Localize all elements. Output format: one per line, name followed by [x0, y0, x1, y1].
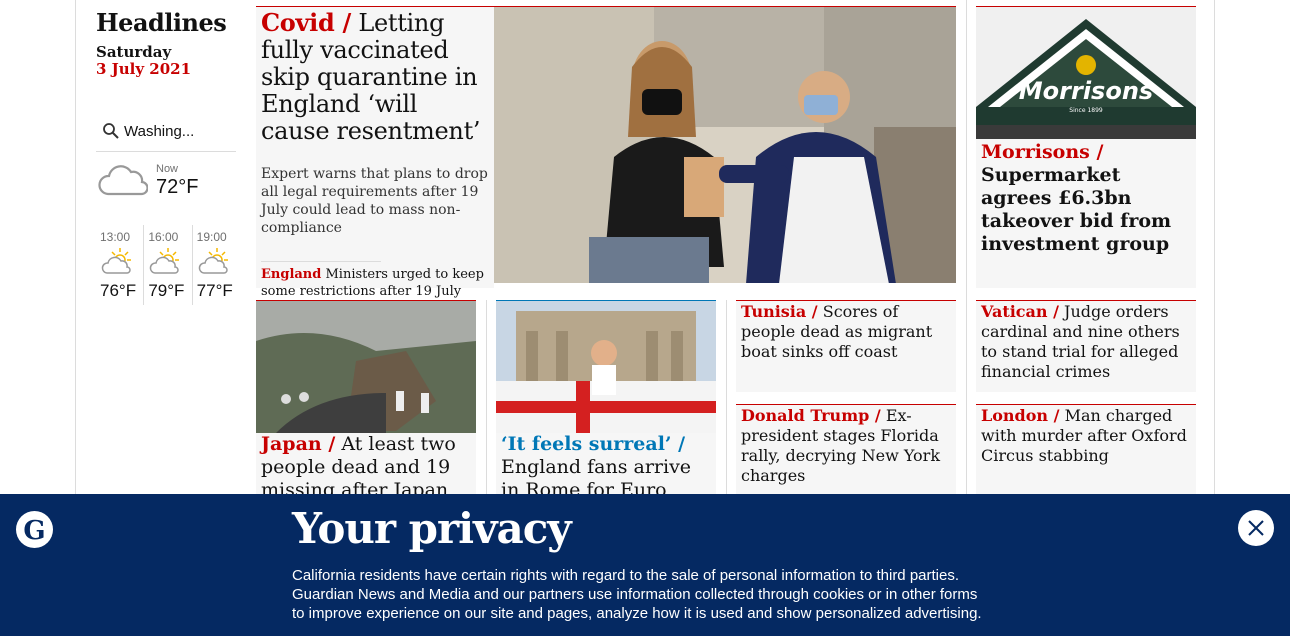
sun-cloud-icon: [150, 248, 180, 274]
rome-kicker: ‘It feels surreal’ /: [501, 433, 686, 455]
england-fan-photo: [496, 301, 716, 433]
japan-story-card[interactable]: Japan / At least two people dead and 19 …: [256, 300, 476, 502]
japan-headline: Japan / At least two people dead and 19 …: [256, 433, 476, 502]
cloud-icon: [98, 165, 148, 196]
date-full: 3 July 2021: [96, 60, 192, 78]
sign-since: Since 1899: [1069, 107, 1103, 114]
vatican-kicker: Vatican /: [981, 302, 1059, 321]
forecast-item: 19:00 77°F: [191, 225, 240, 305]
tunisia-kicker: Tunisia /: [741, 302, 818, 321]
landslide-photo: [256, 301, 476, 433]
privacy-banner: G Your privacy California residents have…: [0, 494, 1290, 636]
close-icon: [1248, 520, 1264, 536]
column-divider: [726, 300, 727, 500]
date-day: Saturday: [96, 43, 172, 61]
guardian-logo-icon: G: [16, 511, 53, 548]
close-button[interactable]: [1238, 510, 1274, 546]
london-story-card[interactable]: London / Man charged with murder after O…: [976, 404, 1196, 500]
sun-cloud-icon: [101, 248, 131, 274]
morrisons-headline: Morrisons / Supermarket agrees £6.3bn ta…: [976, 139, 1196, 258]
sun-cloud-icon: [198, 248, 228, 274]
forecast-item: 13:00 76°F: [96, 225, 143, 305]
morrisons-story-card[interactable]: Morrisons Since 1899 Morrisons / Superma…: [976, 6, 1196, 288]
london-kicker: London /: [981, 406, 1060, 425]
japan-kicker: Japan /: [261, 433, 336, 455]
vaccination-photo: [494, 7, 956, 283]
forecast-temp: 79°F: [148, 281, 185, 300]
page-title: Headlines: [96, 8, 227, 37]
morrisons-sign-photo: Morrisons Since 1899: [976, 7, 1196, 139]
lead-standfirst: Expert warns that plans to drop all lega…: [261, 166, 488, 236]
forecast-item: 16:00 79°F: [143, 225, 191, 305]
weather-now-label: Now: [156, 163, 179, 175]
rome-image: [496, 301, 716, 433]
svg-text:G: G: [23, 516, 45, 546]
weather-forecast: 13:00 76°F 16:00 79°F 19:00 77°F: [96, 225, 240, 305]
vatican-story-card[interactable]: Vatican / Judge orders cardinal and nine…: [976, 300, 1196, 392]
lead-headline: Covid / Letting fully vaccinated skip qu…: [261, 9, 489, 145]
forecast-time: 16:00: [148, 230, 179, 244]
location-text: Washing...: [124, 123, 195, 140]
sublink[interactable]: England Ministers urged to keep some res…: [261, 266, 489, 300]
tunisia-story-card[interactable]: Tunisia / Scores of people dead as migra…: [736, 300, 956, 392]
privacy-body: California residents have certain rights…: [292, 567, 982, 622]
lead-image-vaccination[interactable]: [494, 6, 956, 283]
lead-story-card[interactable]: Covid / Letting fully vaccinated skip qu…: [256, 6, 494, 299]
lead-kicker: Covid /: [261, 8, 351, 37]
column-divider: [486, 300, 487, 500]
forecast-temp: 77°F: [196, 281, 233, 300]
morrisons-kicker: Morrisons /: [981, 141, 1104, 163]
privacy-title: Your privacy: [292, 504, 572, 553]
column-divider: [966, 0, 967, 500]
search-icon: [103, 123, 119, 139]
trump-story-card[interactable]: Donald Trump / Ex-president stages Flori…: [736, 404, 956, 500]
rome-story-card[interactable]: ‘It feels surreal’ / England fans arrive…: [496, 300, 716, 524]
sign-text: Morrisons: [1019, 77, 1153, 105]
morrisons-headline-text: Supermarket agrees £6.3bn takeover bid f…: [981, 164, 1172, 255]
sublink-kicker: England: [261, 267, 322, 282]
trump-kicker: Donald Trump /: [741, 406, 881, 425]
forecast-time: 13:00: [100, 230, 131, 244]
forecast-temp: 76°F: [100, 281, 137, 300]
divider: [261, 261, 381, 262]
japan-image: [256, 301, 476, 433]
weather-location-search[interactable]: Washing...: [96, 118, 236, 152]
forecast-time: 19:00: [196, 230, 227, 244]
morrisons-image: Morrisons Since 1899: [976, 7, 1196, 139]
weather-now-temp: 72°F: [156, 176, 199, 198]
